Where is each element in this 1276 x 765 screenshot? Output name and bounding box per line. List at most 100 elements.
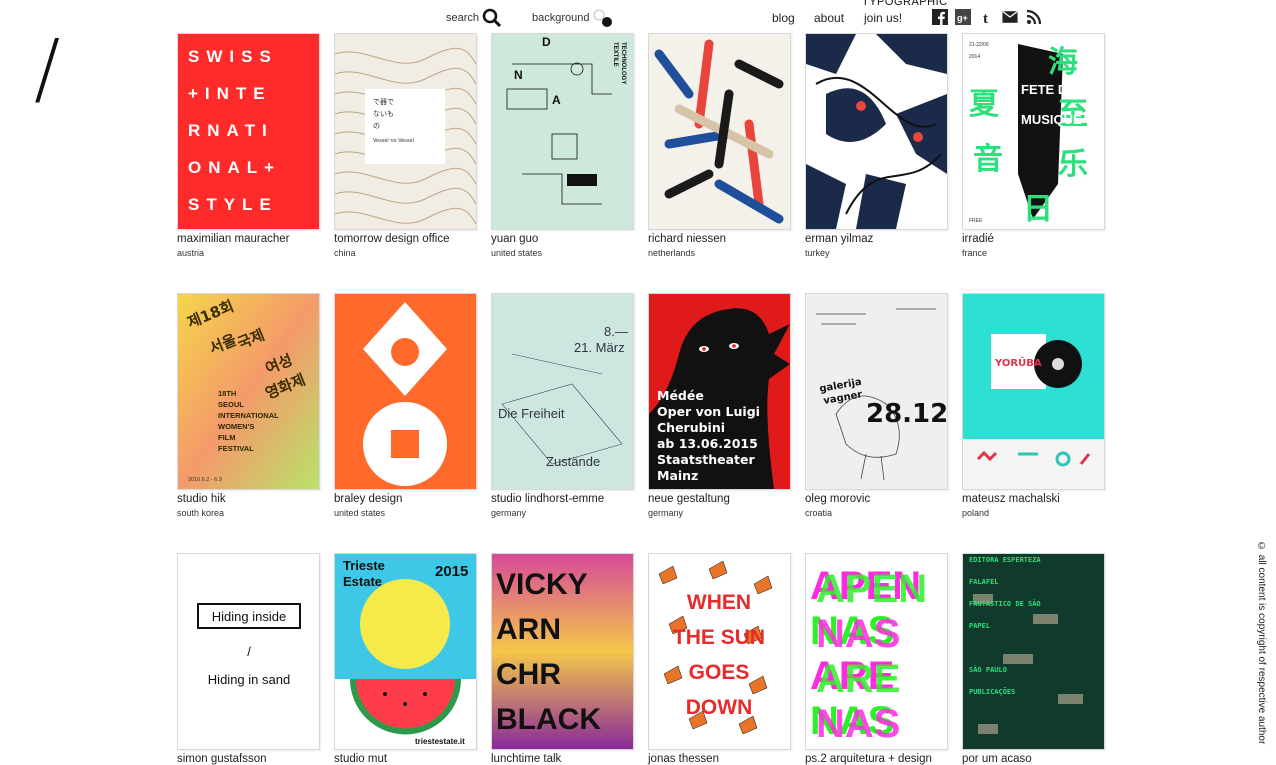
poster-text: SEOUL xyxy=(218,400,244,409)
poster-text: Trieste xyxy=(343,558,385,573)
poster-item[interactable]: VICKY ARN CHR BLACK lunchtime talk xyxy=(491,553,634,765)
designer-name[interactable]: jonas thessen xyxy=(648,753,791,765)
designer-name[interactable]: simon gustafsson xyxy=(177,753,320,765)
poster-artwork: Hiding inside / Hiding in sand xyxy=(178,554,319,749)
designer-country: croatia xyxy=(805,508,833,518)
poster-item[interactable]: YORÜBA mateusz machalski poland xyxy=(962,293,1105,518)
poster-text: Die Freiheit xyxy=(498,406,565,421)
poster-text: CHR xyxy=(496,658,561,691)
poster-thumbnail[interactable]: WHEN THE SUN GOES DOWN xyxy=(648,553,791,750)
designer-name[interactable]: maximilian mauracher xyxy=(177,233,320,245)
poster-text: WOMEN'S xyxy=(218,422,254,431)
facebook-icon[interactable] xyxy=(932,9,948,25)
designer-name[interactable]: por um acaso xyxy=(962,753,1105,765)
designer-name[interactable]: ps.2 arquitetura + design xyxy=(805,753,948,765)
poster-item[interactable]: 제18회 서울 국제 여성 영화제 18TH SEOUL INTERNATION… xyxy=(177,293,320,518)
poster-thumbnail[interactable]: 8.— 21. März Die Freiheit Zustände xyxy=(491,293,634,490)
nav-blog[interactable]: blog xyxy=(772,11,795,25)
poster-thumbnail[interactable] xyxy=(334,293,477,490)
poster-thumbnail[interactable]: APEN APEN NAS NAS ARE ARE NAS NAS xyxy=(805,553,948,750)
poster-item[interactable]: 28.12. galerija vagner oleg morovic croa… xyxy=(805,293,948,518)
designer-name[interactable]: studio mut xyxy=(334,753,477,765)
poster-item[interactable]: 8.— 21. März Die Freiheit Zustände studi… xyxy=(491,293,634,518)
poster-artwork xyxy=(335,294,476,489)
poster-text: ないも xyxy=(373,110,394,118)
poster-item[interactable]: で器で ないも の Vessel no Vessel tomorrow desi… xyxy=(334,33,477,258)
poster-item[interactable]: Trieste Estate 2015 triestestate.it stud… xyxy=(334,553,477,765)
designer-name[interactable]: lunchtime talk xyxy=(491,753,634,765)
designer-name[interactable]: irradié xyxy=(962,233,1105,245)
svg-text:日: 日 xyxy=(1023,192,1053,227)
svg-text:g+: g+ xyxy=(957,13,968,23)
poster-item[interactable]: APEN APEN NAS NAS ARE ARE NAS NAS ps.2 a… xyxy=(805,553,948,765)
search-icon[interactable] xyxy=(482,8,502,28)
poster-text: VICKY xyxy=(496,568,588,601)
poster-thumbnail[interactable]: VICKY ARN CHR BLACK xyxy=(491,553,634,750)
poster-thumbnail[interactable]: Hiding inside / Hiding in sand xyxy=(177,553,320,750)
designer-name[interactable]: studio lindhorst-emme xyxy=(491,493,634,505)
poster-thumbnail[interactable]: 제18회 서울 국제 여성 영화제 18TH SEOUL INTERNATION… xyxy=(177,293,320,490)
poster-item[interactable]: WHEN THE SUN GOES DOWN jonas thessen xyxy=(648,553,791,765)
designer-name[interactable]: oleg morovic xyxy=(805,493,948,505)
designer-name[interactable]: neue gestaltung xyxy=(648,493,791,505)
poster-text: GOES xyxy=(689,661,750,684)
designer-name[interactable]: yuan guo xyxy=(491,233,634,245)
poster-thumbnail[interactable]: YORÜBA xyxy=(962,293,1105,490)
poster-thumbnail[interactable]: D N A TEXTILE TECHNOLOGY xyxy=(491,33,634,230)
poster-item[interactable]: erman yilmaz turkey xyxy=(805,33,948,258)
poster-thumbnail[interactable]: 28.12. galerija vagner xyxy=(805,293,948,490)
poster-text: 28.12. xyxy=(866,399,947,429)
poster-text: WHEN xyxy=(687,591,751,614)
site-logo[interactable]: / xyxy=(34,30,60,108)
poster-thumbnail[interactable]: SWISS +INTE RNATI ONAL+ STYLE xyxy=(177,33,320,230)
poster-thumbnail[interactable]: Trieste Estate 2015 triestestate.it xyxy=(334,553,477,750)
poster-item[interactable]: Médée Oper von Luigi Cherubini ab 13.06.… xyxy=(648,293,791,518)
poster-artwork: 28.12. galerija vagner xyxy=(806,294,947,489)
poster-artwork: で器で ないも の Vessel no Vessel xyxy=(335,34,476,229)
poster-item[interactable]: braley design united states xyxy=(334,293,477,518)
svg-text:音: 音 xyxy=(973,142,1003,177)
poster-artwork: YORÜBA xyxy=(963,294,1104,489)
designer-name[interactable]: braley design xyxy=(334,493,477,505)
svg-text:夏: 夏 xyxy=(969,87,1000,122)
designer-name[interactable]: mateusz machalski xyxy=(962,493,1105,505)
poster-text: N xyxy=(514,68,523,82)
google-plus-icon[interactable]: g+ xyxy=(955,9,971,25)
poster-text: BLACK xyxy=(496,703,601,736)
poster-text: FREE xyxy=(969,218,983,224)
designer-name[interactable]: erman yilmaz xyxy=(805,233,948,245)
poster-text: 2016.6.2 - 6.9 xyxy=(188,477,222,483)
background-toggle-icon[interactable] xyxy=(592,8,614,28)
poster-item[interactable]: 海夏至 音乐日 FETE DE LA MUSIQUE 21-22/06 2014… xyxy=(962,33,1105,258)
poster-text: STYLE xyxy=(188,195,278,214)
poster-thumbnail[interactable] xyxy=(648,33,791,230)
poster-item[interactable]: richard niessen netherlands xyxy=(648,33,791,258)
poster-item[interactable]: D N A TEXTILE TECHNOLOGY yuan guo united… xyxy=(491,33,634,258)
search-label[interactable]: search xyxy=(446,12,479,24)
background-label[interactable]: background xyxy=(532,12,590,24)
poster-text: TECHNOLOGY xyxy=(620,42,626,84)
poster-thumbnail[interactable] xyxy=(805,33,948,230)
poster-artwork: Trieste Estate 2015 triestestate.it xyxy=(335,554,476,749)
mail-icon[interactable] xyxy=(1002,9,1018,25)
poster-artwork: Médée Oper von Luigi Cherubini ab 13.06.… xyxy=(649,294,790,489)
designer-name[interactable]: tomorrow design office xyxy=(334,233,477,245)
designer-country: turkey xyxy=(805,248,830,258)
nav-about[interactable]: about xyxy=(814,11,844,25)
poster-thumbnail[interactable]: 海夏至 音乐日 FETE DE LA MUSIQUE 21-22/06 2014… xyxy=(962,33,1105,230)
poster-thumbnail[interactable]: EDITORA ESPERTEZA FALAFEL FANTÁSTICO DE … xyxy=(962,553,1105,750)
poster-text: ARE xyxy=(816,657,900,701)
poster-thumbnail[interactable]: Médée Oper von Luigi Cherubini ab 13.06.… xyxy=(648,293,791,490)
tumblr-icon[interactable]: t xyxy=(979,9,995,25)
designer-name[interactable]: richard niessen xyxy=(648,233,791,245)
poster-item[interactable]: Hiding inside / Hiding in sand simon gus… xyxy=(177,553,320,765)
poster-thumbnail[interactable]: で器で ないも の Vessel no Vessel xyxy=(334,33,477,230)
nav-join-us[interactable]: join us! xyxy=(864,11,902,25)
poster-item[interactable]: SWISS +INTE RNATI ONAL+ STYLE maximilian… xyxy=(177,33,320,258)
poster-item[interactable]: EDITORA ESPERTEZA FALAFEL FANTÁSTICO DE … xyxy=(962,553,1105,765)
rss-icon[interactable] xyxy=(1026,9,1042,25)
designer-name[interactable]: studio hik xyxy=(177,493,320,505)
poster-text: Zustände xyxy=(546,454,600,469)
poster-text: Médée xyxy=(657,388,704,403)
poster-artwork: 8.— 21. März Die Freiheit Zustände xyxy=(492,294,633,489)
